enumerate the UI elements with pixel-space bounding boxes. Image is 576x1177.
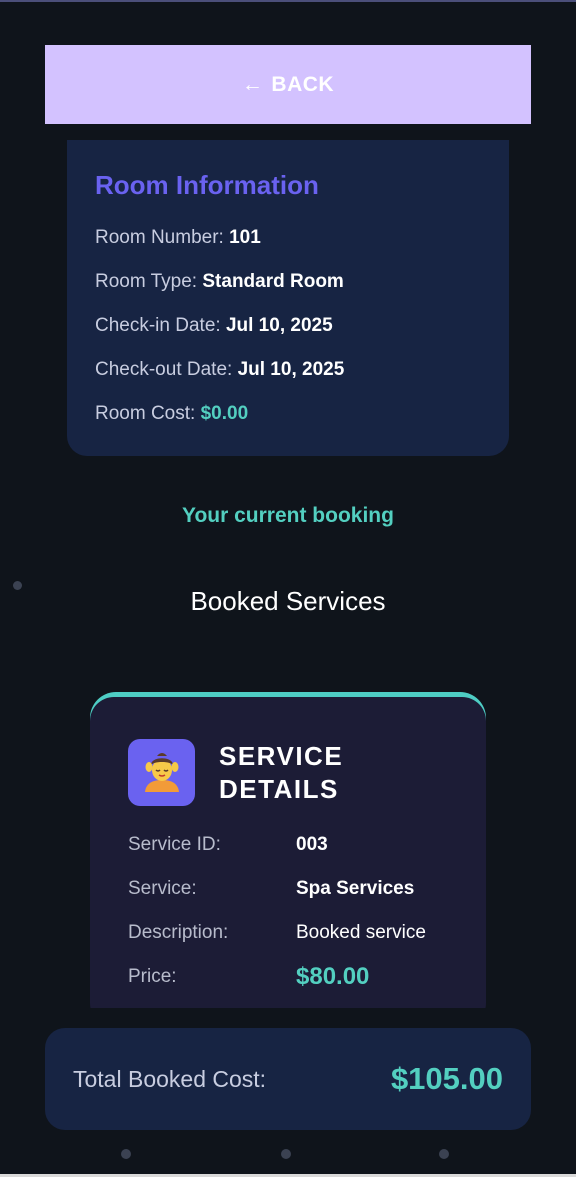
room-information-card: Room Information Room Number: 101 Room T…	[67, 140, 509, 456]
service-id-label: Service ID:	[128, 834, 221, 855]
service-card-header: SERVICE DETAILS	[128, 739, 448, 806]
service-price-value: $80.00	[296, 963, 370, 990]
room-type-row: Room Type: Standard Room	[95, 271, 481, 315]
nav-dot-center[interactable]	[281, 1149, 291, 1159]
nav-dot-right[interactable]	[439, 1149, 449, 1159]
service-details-title: SERVICE DETAILS	[219, 740, 343, 806]
room-number-row: Room Number: 101	[95, 227, 481, 271]
room-cost-row: Room Cost: $0.00	[95, 403, 481, 447]
service-name-row: Service: Spa Services	[128, 878, 448, 922]
check-out-value: Jul 10, 2025	[237, 359, 345, 380]
room-information-title: Room Information	[95, 170, 319, 200]
service-title-line2: DETAILS	[219, 773, 339, 804]
back-button[interactable]: ← BACK	[45, 45, 531, 124]
check-in-row: Check-in Date: Jul 10, 2025	[95, 315, 481, 359]
spa-massage-icon	[128, 739, 195, 806]
service-card-body: SERVICE DETAILS Service ID: 003 Service:…	[90, 697, 486, 1008]
total-booked-cost-value: $105.00	[390, 1061, 503, 1096]
service-description-value: Booked service	[296, 922, 426, 943]
service-price-label: Price:	[128, 966, 177, 987]
room-type-label: Room Type:	[95, 271, 198, 292]
service-description-label: Description:	[128, 922, 229, 943]
service-price-row: Price: $80.00	[128, 963, 448, 1008]
total-booked-cost-bar: Total Booked Cost: $105.00	[45, 1028, 531, 1130]
check-in-value: Jul 10, 2025	[225, 315, 333, 336]
nav-dot-left[interactable]	[121, 1149, 131, 1159]
service-description-row: Description: Booked service	[128, 922, 448, 966]
service-title-line1: SERVICE	[219, 740, 344, 771]
current-booking-label: Your current booking	[182, 504, 394, 527]
booked-services-title: Booked Services	[190, 586, 386, 616]
room-cost-label: Room Cost:	[95, 403, 196, 424]
back-button-label: BACK	[271, 72, 335, 96]
check-out-label: Check-out Date:	[95, 359, 233, 380]
service-id-value: 003	[296, 834, 328, 855]
room-type-value: Standard Room	[202, 271, 344, 292]
check-in-label: Check-in Date:	[95, 315, 221, 336]
service-name-value: Spa Services	[296, 878, 415, 899]
service-id-row: Service ID: 003	[128, 834, 448, 878]
total-booked-cost-label: Total Booked Cost:	[73, 1065, 267, 1092]
service-details-card[interactable]: SERVICE DETAILS Service ID: 003 Service:…	[90, 692, 486, 1008]
room-number-label: Room Number:	[95, 227, 224, 248]
top-divider	[0, 0, 576, 2]
check-out-row: Check-out Date: Jul 10, 2025	[95, 359, 481, 403]
room-cost-value: $0.00	[200, 403, 249, 424]
service-name-label: Service:	[128, 878, 197, 899]
room-number-value: 101	[229, 227, 261, 248]
back-arrow-icon: ←	[241, 72, 264, 96]
